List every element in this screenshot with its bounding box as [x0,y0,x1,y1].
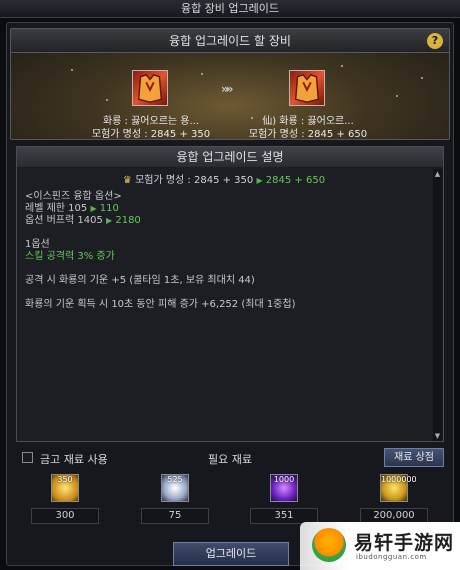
level-new: 110 [99,203,119,214]
score-old: 모험가 명성 : 2845 + 350 [135,175,254,186]
white-orb-icon[interactable]: 525 [161,474,189,502]
buff-old: 옵션 버프력 1405 [25,215,103,226]
sparkle [106,99,108,101]
use-vault-label: 금고 재료 사용 [40,453,108,466]
score-icon: ♛ [122,175,132,186]
damage-line: 화룡의 기운 획득 시 10초 동안 피해 증가 +6,252 (최대 1중첩) [25,299,296,310]
material-shop-button[interactable]: 재료 상점 [384,448,444,467]
upgrade-arrow-icon: »» [221,82,233,96]
equipment-panel-title: 융합 업그레이드 할 장비 [11,29,449,53]
armor-icon [137,73,163,103]
material-badge: 1000 [273,475,295,484]
watermark-url: ibudongguan.com [356,553,427,561]
help-button[interactable]: ? [427,33,443,49]
description-panel: 융합 업그레이드 설명 ♛ 모험가 명성 : 2845 + 350 ▶ 2845… [16,146,444,442]
sparkle [396,95,398,97]
watermark-text: 易轩手游网 [354,532,455,554]
level-old: 레벨 제한 105 [25,203,88,214]
target-item-icon[interactable] [289,70,325,106]
use-vault-checkbox[interactable] [22,452,33,463]
upgrade-button[interactable]: 업그레이드 [173,542,289,566]
target-item-score: 모험가 명성 : 2845 + 650 [248,129,368,140]
material-count: 75 [141,508,209,524]
armor-icon [294,73,320,103]
description-body: <이스핀즈 융합 옵션> 레벨 제한 105 ▶ 110 옵션 버프력 1405… [25,191,295,311]
material-badge: 350 [57,475,73,484]
purple-orb-icon[interactable]: 1000 [270,474,298,502]
arrow-icon: ▶ [256,176,263,185]
scroll-up-icon[interactable]: ▲ [433,169,442,179]
equipment-panel: 융합 업그레이드 할 장비 ? »» 화룡 : 끓어오르는 용... 모험가 명… [10,28,450,140]
option-1-label: 1옵션 [25,239,50,250]
materials-bar: 금고 재료 사용 필요 재료 재료 상점 [16,448,444,468]
sparkle [341,65,343,67]
arrow-icon: ▶ [90,204,97,213]
score-change: ♛ 모험가 명성 : 2845 + 350 ▶ 2845 + 650 [17,171,431,186]
material-badge: 1000000 [381,475,417,484]
sparkle [421,77,423,79]
sparkle [201,73,203,75]
arrow-icon: ▶ [106,216,113,225]
level-line: 레벨 제한 105 ▶ 110 [25,203,295,215]
source-item-score: 모험가 명성 : 2845 + 350 [91,129,211,140]
scroll-down-icon[interactable]: ▼ [433,431,442,441]
watermark-logo-icon [312,528,346,562]
material-badge: 525 [167,475,183,484]
watermark: 易轩手游网 ibudongguan.com [300,522,460,570]
source-item-icon[interactable] [132,70,168,106]
gold-crystal-icon[interactable]: 350 [51,474,79,502]
buff-new: 2180 [115,215,141,226]
buff-line: 옵션 버프력 1405 ▶ 2180 [25,215,295,227]
description-title: 융합 업그레이드 설명 [17,147,443,167]
gold-coins-icon[interactable]: 1000000 [380,474,417,502]
attack-line: 공격 시 화룡의 기운 +5 (쿨타임 1초, 보유 최대치 44) [25,275,255,286]
option-header: <이스핀즈 융합 옵션> [25,191,122,202]
sparkle [71,69,73,71]
skill-line: 스킬 공격력 3% 증가 [25,251,115,262]
description-scrollbar[interactable]: ▲ ▼ [433,169,442,441]
window-title: 융합 장비 업그레이드 [0,0,460,18]
material-count: 300 [31,508,99,524]
score-new: 2845 + 650 [265,175,326,186]
